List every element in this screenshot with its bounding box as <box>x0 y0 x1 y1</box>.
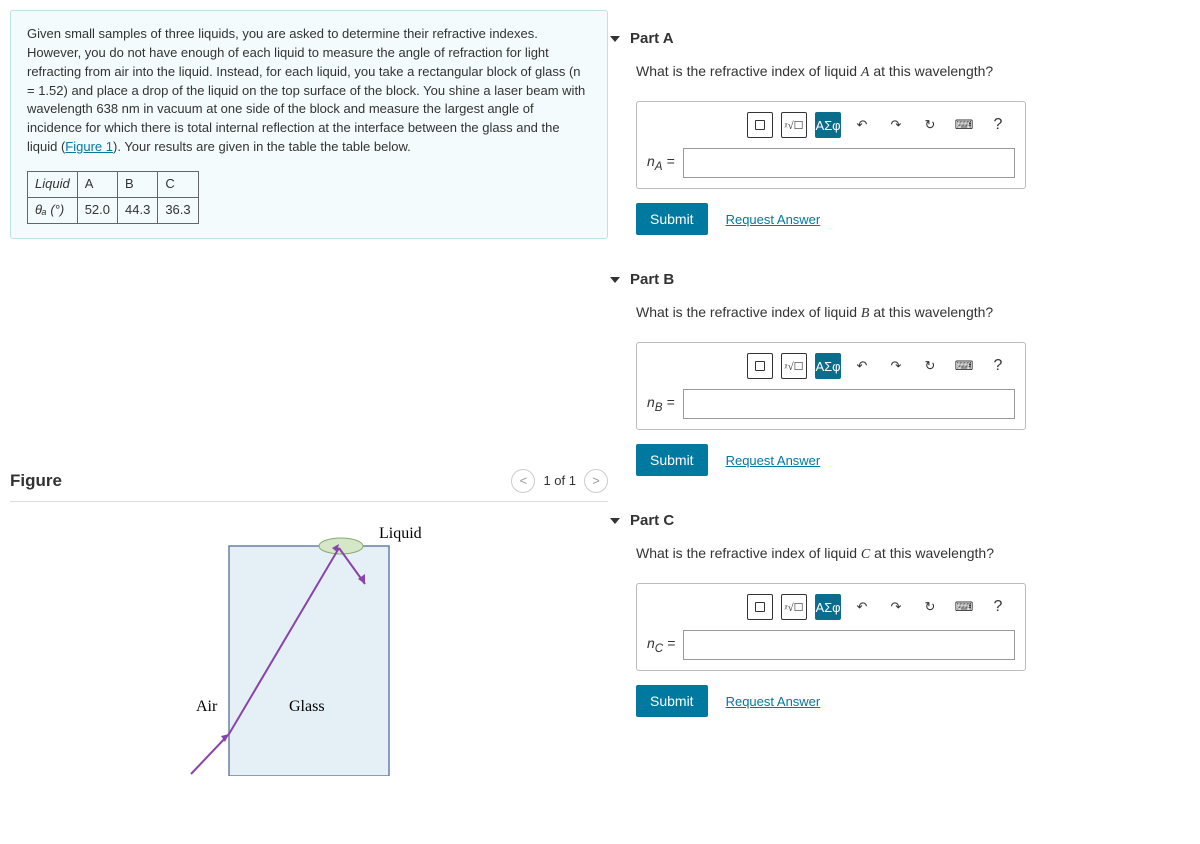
figure-link[interactable]: Figure 1 <box>65 139 113 154</box>
part-c-title: Part C <box>630 512 674 529</box>
answer-input-b[interactable] <box>683 389 1015 419</box>
answer-input-c[interactable] <box>683 630 1015 660</box>
part-b-title: Part B <box>630 271 674 288</box>
redo-icon[interactable]: ↷ <box>883 112 909 138</box>
answer-box-c: ᵡ√☐ ΑΣφ ↶ ↷ ↻ ⌨ ? nC = <box>636 583 1026 671</box>
figure-diagram: Liquid Air Glass <box>179 516 439 776</box>
eq-label-a: nA = <box>647 153 675 173</box>
answer-box-b: ᵡ√☐ ΑΣφ ↶ ↷ ↻ ⌨ ? nB = <box>636 342 1026 430</box>
part-a-title: Part A <box>630 30 674 47</box>
problem-text-after: ). Your results are given in the table t… <box>113 139 411 154</box>
greek-icon[interactable]: ΑΣφ <box>815 112 841 138</box>
templates-icon[interactable] <box>747 594 773 620</box>
table-row: Liquid A B C <box>28 171 199 197</box>
submit-button-b[interactable]: Submit <box>636 444 708 476</box>
math-root-icon[interactable]: ᵡ√☐ <box>781 112 807 138</box>
redo-icon[interactable]: ↷ <box>883 353 909 379</box>
collapse-icon[interactable] <box>610 518 620 524</box>
eq-label-b: nB = <box>647 394 675 414</box>
problem-text-before: Given small samples of three liquids, yo… <box>27 26 585 154</box>
collapse-icon[interactable] <box>610 36 620 42</box>
keyboard-icon[interactable]: ⌨ <box>951 112 977 138</box>
redo-icon[interactable]: ↷ <box>883 594 909 620</box>
keyboard-icon[interactable]: ⌨ <box>951 594 977 620</box>
reset-icon[interactable]: ↻ <box>917 594 943 620</box>
templates-icon[interactable] <box>747 353 773 379</box>
reset-icon[interactable]: ↻ <box>917 112 943 138</box>
figure-pager-label: 1 of 1 <box>543 473 576 488</box>
answer-box-a: ᵡ√☐ ΑΣφ ↶ ↷ ↻ ⌨ ? nA = <box>636 101 1026 189</box>
request-answer-a[interactable]: Request Answer <box>726 212 821 227</box>
part-c-question: What is the refractive index of liquid C… <box>636 545 1170 563</box>
answer-input-a[interactable] <box>683 148 1015 178</box>
undo-icon[interactable]: ↶ <box>849 594 875 620</box>
figure-next-button[interactable]: > <box>584 469 608 493</box>
liquid-label: Liquid <box>379 525 422 542</box>
collapse-icon[interactable] <box>610 277 620 283</box>
help-icon[interactable]: ? <box>985 112 1011 138</box>
table-row: θₐ (°) 52.0 44.3 36.3 <box>28 197 199 223</box>
request-answer-b[interactable]: Request Answer <box>726 453 821 468</box>
math-root-icon[interactable]: ᵡ√☐ <box>781 353 807 379</box>
reset-icon[interactable]: ↻ <box>917 353 943 379</box>
figure-title: Figure <box>10 471 62 491</box>
undo-icon[interactable]: ↶ <box>849 353 875 379</box>
submit-button-a[interactable]: Submit <box>636 203 708 235</box>
data-table: Liquid A B C θₐ (°) 52.0 44.3 36.3 <box>27 171 199 224</box>
templates-icon[interactable] <box>747 112 773 138</box>
help-icon[interactable]: ? <box>985 353 1011 379</box>
part-a-question: What is the refractive index of liquid A… <box>636 63 1170 81</box>
problem-statement: Given small samples of three liquids, yo… <box>10 10 608 239</box>
help-icon[interactable]: ? <box>985 594 1011 620</box>
undo-icon[interactable]: ↶ <box>849 112 875 138</box>
glass-label: Glass <box>289 698 325 715</box>
math-root-icon[interactable]: ᵡ√☐ <box>781 594 807 620</box>
figure-prev-button[interactable]: < <box>511 469 535 493</box>
keyboard-icon[interactable]: ⌨ <box>951 353 977 379</box>
submit-button-c[interactable]: Submit <box>636 685 708 717</box>
request-answer-c[interactable]: Request Answer <box>726 694 821 709</box>
greek-icon[interactable]: ΑΣφ <box>815 353 841 379</box>
eq-label-c: nC = <box>647 635 675 655</box>
greek-icon[interactable]: ΑΣφ <box>815 594 841 620</box>
air-label: Air <box>196 698 218 715</box>
part-b-question: What is the refractive index of liquid B… <box>636 304 1170 322</box>
